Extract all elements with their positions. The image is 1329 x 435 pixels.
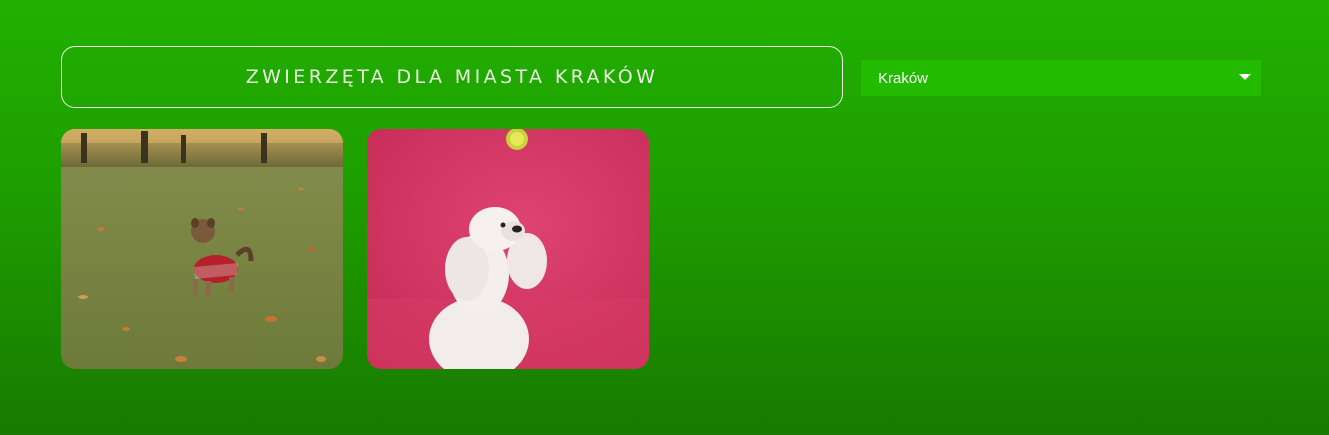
pet-card-poodle[interactable] bbox=[367, 129, 649, 369]
white-poodle-photo bbox=[367, 129, 649, 369]
page-title: ZWIERZĘTA DLA MIASTA KRAKÓW bbox=[245, 66, 659, 88]
city-select-value: Kraków bbox=[878, 69, 929, 87]
city-select[interactable]: Kraków bbox=[861, 60, 1261, 96]
caret-down-icon bbox=[1239, 74, 1251, 80]
yorkshire-terrier-photo bbox=[61, 129, 343, 369]
page-title-box: ZWIERZĘTA DLA MIASTA KRAKÓW bbox=[61, 46, 843, 108]
pet-card-yorkshire-terrier[interactable] bbox=[61, 129, 343, 369]
